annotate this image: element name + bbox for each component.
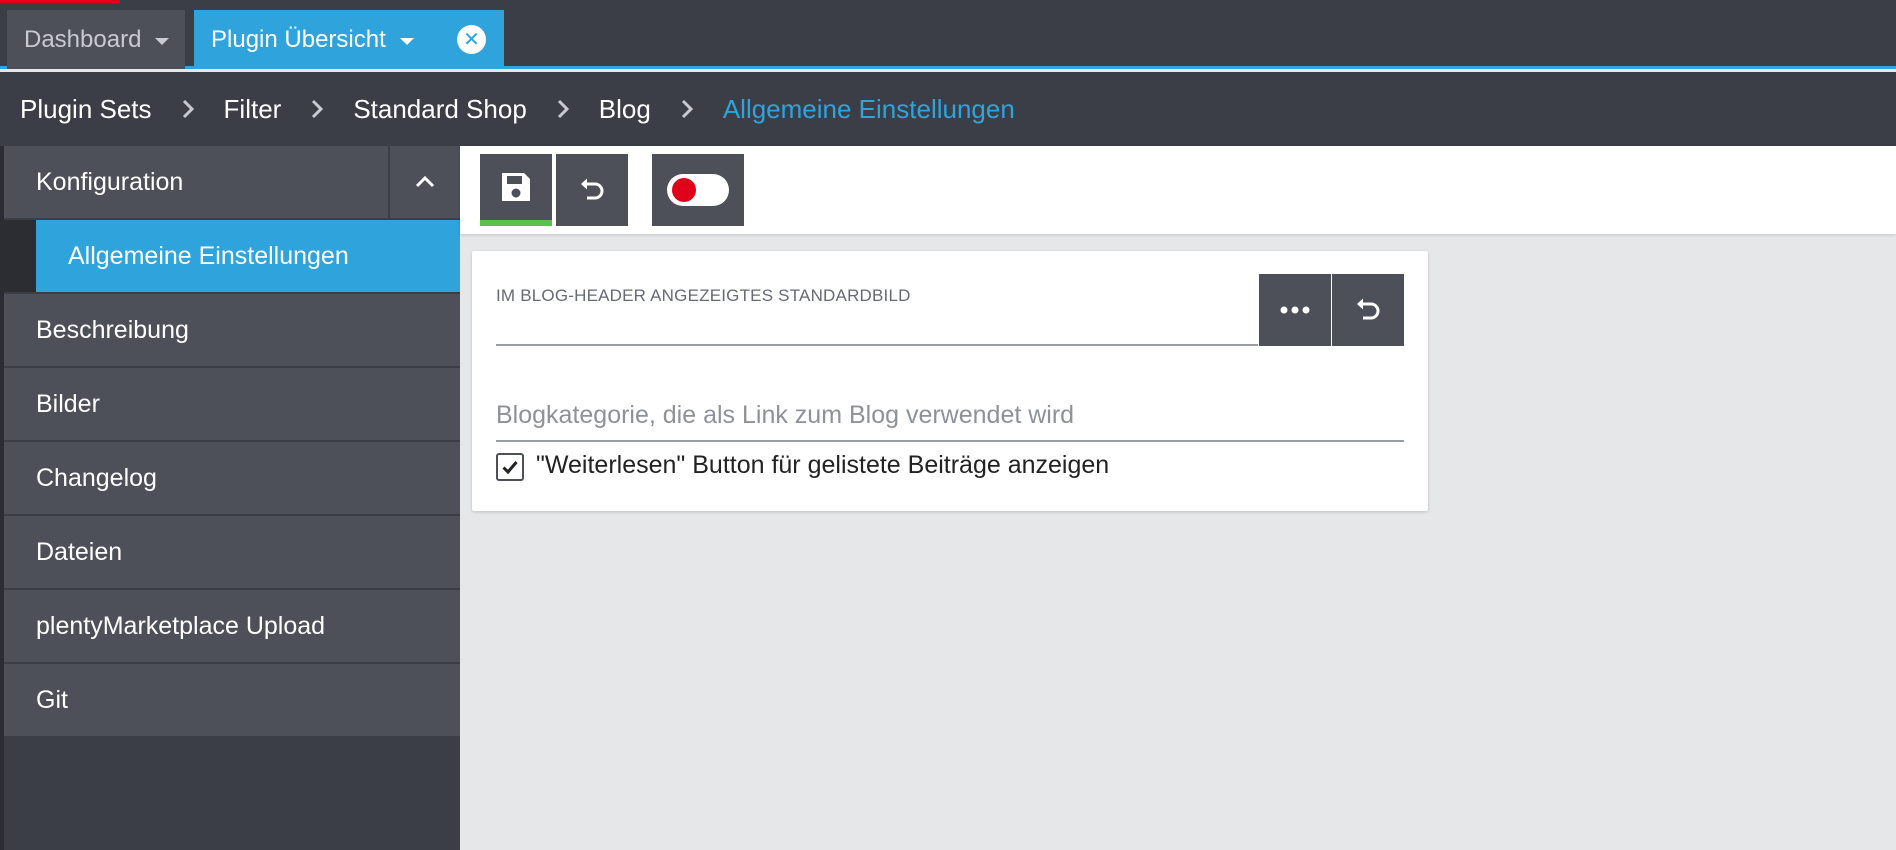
undo-icon (581, 178, 604, 200)
toggle-switch[interactable] (667, 174, 729, 206)
chevron-right-icon (281, 98, 353, 120)
active-toggle-button[interactable] (652, 154, 744, 226)
sidebar-subitem-allgemeine-einstellungen[interactable]: Allgemeine Einstellungen (4, 220, 460, 292)
settings-card: IM BLOG-HEADER ANGEZEIGTES STANDARDBILD … (472, 251, 1428, 511)
blog-category-underline (496, 440, 1404, 442)
reset-image-button[interactable] (1332, 274, 1404, 346)
sidebar-item-label: Changelog (36, 463, 157, 492)
toggle-knob (672, 178, 696, 202)
breadcrumb: Plugin Sets Filter Standard Shop Blog Al… (0, 72, 1896, 146)
sidebar-item-label: Beschreibung (36, 315, 189, 344)
sidebar-item-label: Dateien (36, 537, 123, 566)
sidebar-item-beschreibung[interactable]: Beschreibung (4, 294, 460, 366)
undo-icon (1357, 298, 1380, 320)
breadcrumb-item-blog[interactable]: Blog (599, 94, 651, 125)
blog-category-input[interactable]: Blogkategorie, die als Link zum Blog ver… (496, 401, 1074, 430)
top-tab-bar: Dashboard Plugin Übersicht ✕ (0, 0, 1896, 69)
sidebar-item-label: Bilder (36, 389, 100, 418)
sidebar-item-changelog[interactable]: Changelog (4, 442, 460, 514)
image-field-input[interactable] (496, 344, 1258, 346)
close-icon[interactable]: ✕ (457, 25, 486, 54)
brand-accent-strip (0, 0, 120, 3)
chevron-down-icon[interactable] (155, 37, 170, 45)
chevron-down-icon[interactable] (399, 37, 414, 45)
sidebar-item-label: plentyMarketplace Upload (36, 611, 326, 640)
sidebar-item-label: Allgemeine Einstellungen (36, 220, 460, 292)
image-field-label: IM BLOG-HEADER ANGEZEIGTES STANDARDBILD (496, 286, 911, 305)
breadcrumb-item-plugin-sets[interactable]: Plugin Sets (20, 94, 152, 125)
more-horizontal-icon (1280, 306, 1310, 314)
chevron-up-icon[interactable] (388, 146, 460, 218)
chevron-right-icon (651, 98, 723, 120)
sidebar: Konfiguration Allgemeine Einstellungen B… (0, 146, 460, 850)
floppy-disk-icon (502, 173, 530, 201)
sidebar-item-bilder[interactable]: Bilder (4, 368, 460, 440)
toolbar (460, 146, 1896, 234)
undo-button[interactable] (556, 154, 628, 226)
sidebar-item-dateien[interactable]: Dateien (4, 516, 460, 588)
sidebar-item-label: Konfiguration (36, 167, 184, 196)
readmore-checkbox[interactable] (496, 453, 524, 481)
tab-label: Plugin Übersicht (211, 25, 386, 53)
chevron-right-icon (152, 98, 224, 120)
browse-image-button[interactable] (1259, 274, 1331, 346)
sidebar-item-label: Git (36, 685, 68, 714)
chevron-right-icon (527, 98, 599, 120)
sidebar-item-git[interactable]: Git (4, 664, 460, 736)
tab-dashboard[interactable]: Dashboard (7, 10, 185, 69)
readmore-checkbox-label[interactable]: "Weiterlesen" Button für gelistete Beitr… (536, 451, 1109, 480)
tab-plugin-uebersicht[interactable]: Plugin Übersicht ✕ (194, 10, 504, 69)
breadcrumb-item-filter[interactable]: Filter (224, 94, 282, 125)
sidebar-item-konfiguration[interactable]: Konfiguration (4, 146, 460, 218)
breadcrumb-item-current: Allgemeine Einstellungen (722, 93, 1015, 124)
breadcrumb-item-standard-shop[interactable]: Standard Shop (353, 94, 526, 125)
sidebar-item-marketplace-upload[interactable]: plentyMarketplace Upload (4, 590, 460, 662)
tab-label: Dashboard (24, 25, 142, 53)
checkmark-icon (502, 461, 518, 474)
save-button[interactable] (480, 154, 552, 226)
